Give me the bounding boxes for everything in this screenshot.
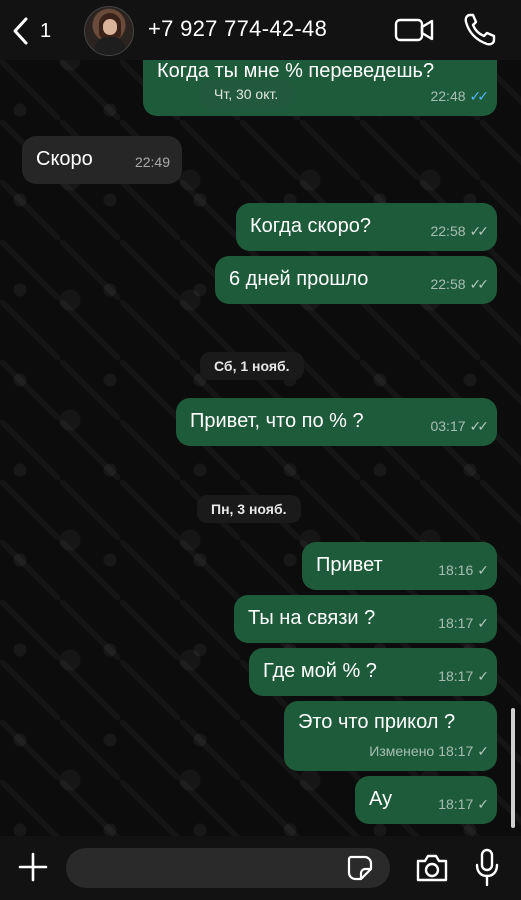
double-check-icon: ✓✓ (469, 418, 490, 434)
message-meta: Изменено 18:17 ✓ (369, 739, 489, 763)
message-meta: 22:58 ✓✓ (430, 219, 490, 243)
message-bubble-outgoing[interactable]: Привет 18:16 ✓ (302, 542, 497, 590)
message-input-bar (0, 836, 521, 900)
check-icon: ✓ (477, 743, 489, 759)
check-icon: ✓ (477, 668, 489, 684)
message-meta: 18:17 ✓ (438, 792, 489, 816)
message-bubble-outgoing[interactable]: Это что прикол ? Изменено 18:17 ✓ (284, 701, 497, 771)
message-time: 22:48 (430, 88, 466, 104)
message-bubble-outgoing[interactable]: Когда скоро? 22:58 ✓✓ (236, 203, 497, 251)
phone-icon[interactable] (462, 12, 496, 48)
message-bubble-outgoing[interactable]: Привет, что по % ? 03:17 ✓✓ (176, 398, 497, 446)
avatar[interactable] (84, 6, 134, 56)
microphone-icon[interactable] (474, 848, 500, 888)
message-input[interactable] (66, 848, 390, 888)
message-list[interactable]: Когда ты мне % переведешь? 22:48 ✓✓ Чт, … (0, 0, 521, 900)
date-separator: Пн, 3 нояб. (197, 495, 301, 523)
message-text: Скоро (36, 147, 93, 170)
message-text: Когда скоро? (250, 214, 371, 237)
date-separator: Сб, 1 нояб. (200, 352, 304, 380)
message-meta: 18:17 ✓ (438, 664, 489, 688)
double-check-icon: ✓✓ (469, 223, 490, 239)
message-text: Где мой % ? (263, 659, 377, 682)
floating-date-label: Чт, 30 окт. (200, 80, 293, 108)
plus-icon[interactable] (16, 850, 50, 884)
chevron-left-icon (13, 17, 28, 45)
message-meta: 22:49 (135, 150, 170, 174)
message-bubble-outgoing[interactable]: Где мой % ? 18:17 ✓ (249, 648, 497, 696)
sticker-icon[interactable] (346, 854, 374, 882)
edited-label: Изменено (369, 743, 435, 759)
back-button[interactable]: 1 (10, 14, 58, 48)
message-bubble-outgoing[interactable]: Ты на связи ? 18:17 ✓ (234, 595, 497, 643)
video-camera-icon[interactable] (394, 16, 434, 44)
check-icon: ✓ (477, 562, 489, 578)
chat-header: 1 +7 927 774-42-48 (0, 0, 521, 60)
message-time: 22:49 (134, 154, 170, 170)
camera-icon[interactable] (414, 852, 450, 884)
message-text: Когда ты мне % переведешь? (157, 59, 435, 82)
message-text: Это что прикол ? (298, 710, 456, 733)
unread-count: 1 (40, 19, 52, 42)
message-time: 03:17 (430, 418, 466, 434)
message-time: 22:58 (430, 276, 466, 292)
message-meta: 22:48 ✓✓ (430, 84, 490, 108)
message-time: 22:58 (430, 223, 466, 239)
message-time: 18:17 (438, 615, 474, 631)
message-meta: 03:17 ✓✓ (430, 414, 490, 438)
message-bubble-outgoing[interactable]: 6 дней прошло 22:58 ✓✓ (215, 256, 497, 304)
message-bubble-incoming[interactable]: Скоро 22:49 (22, 136, 182, 184)
double-check-read-icon: ✓✓ (469, 88, 490, 104)
message-bubble-outgoing[interactable]: Ау 18:17 ✓ (355, 776, 497, 824)
scrollbar[interactable] (511, 708, 515, 828)
message-text: Привет (316, 553, 383, 576)
message-time: 18:16 (438, 562, 474, 578)
message-time: 18:17 (438, 668, 474, 684)
message-text: Привет, что по % ? (190, 409, 364, 432)
message-text: 6 дней прошло (229, 267, 369, 290)
check-icon: ✓ (477, 796, 489, 812)
check-icon: ✓ (477, 615, 489, 631)
contact-name[interactable]: +7 927 774-42-48 (148, 16, 327, 42)
message-text: Ау (369, 787, 393, 810)
message-meta: 22:58 ✓✓ (430, 272, 490, 296)
message-time: 18:17 (438, 796, 474, 812)
message-text: Ты на связи ? (248, 606, 376, 629)
message-time: 18:17 (438, 743, 474, 759)
double-check-icon: ✓✓ (469, 276, 490, 292)
message-meta: 18:16 ✓ (438, 558, 489, 582)
message-meta: 18:17 ✓ (438, 611, 489, 635)
